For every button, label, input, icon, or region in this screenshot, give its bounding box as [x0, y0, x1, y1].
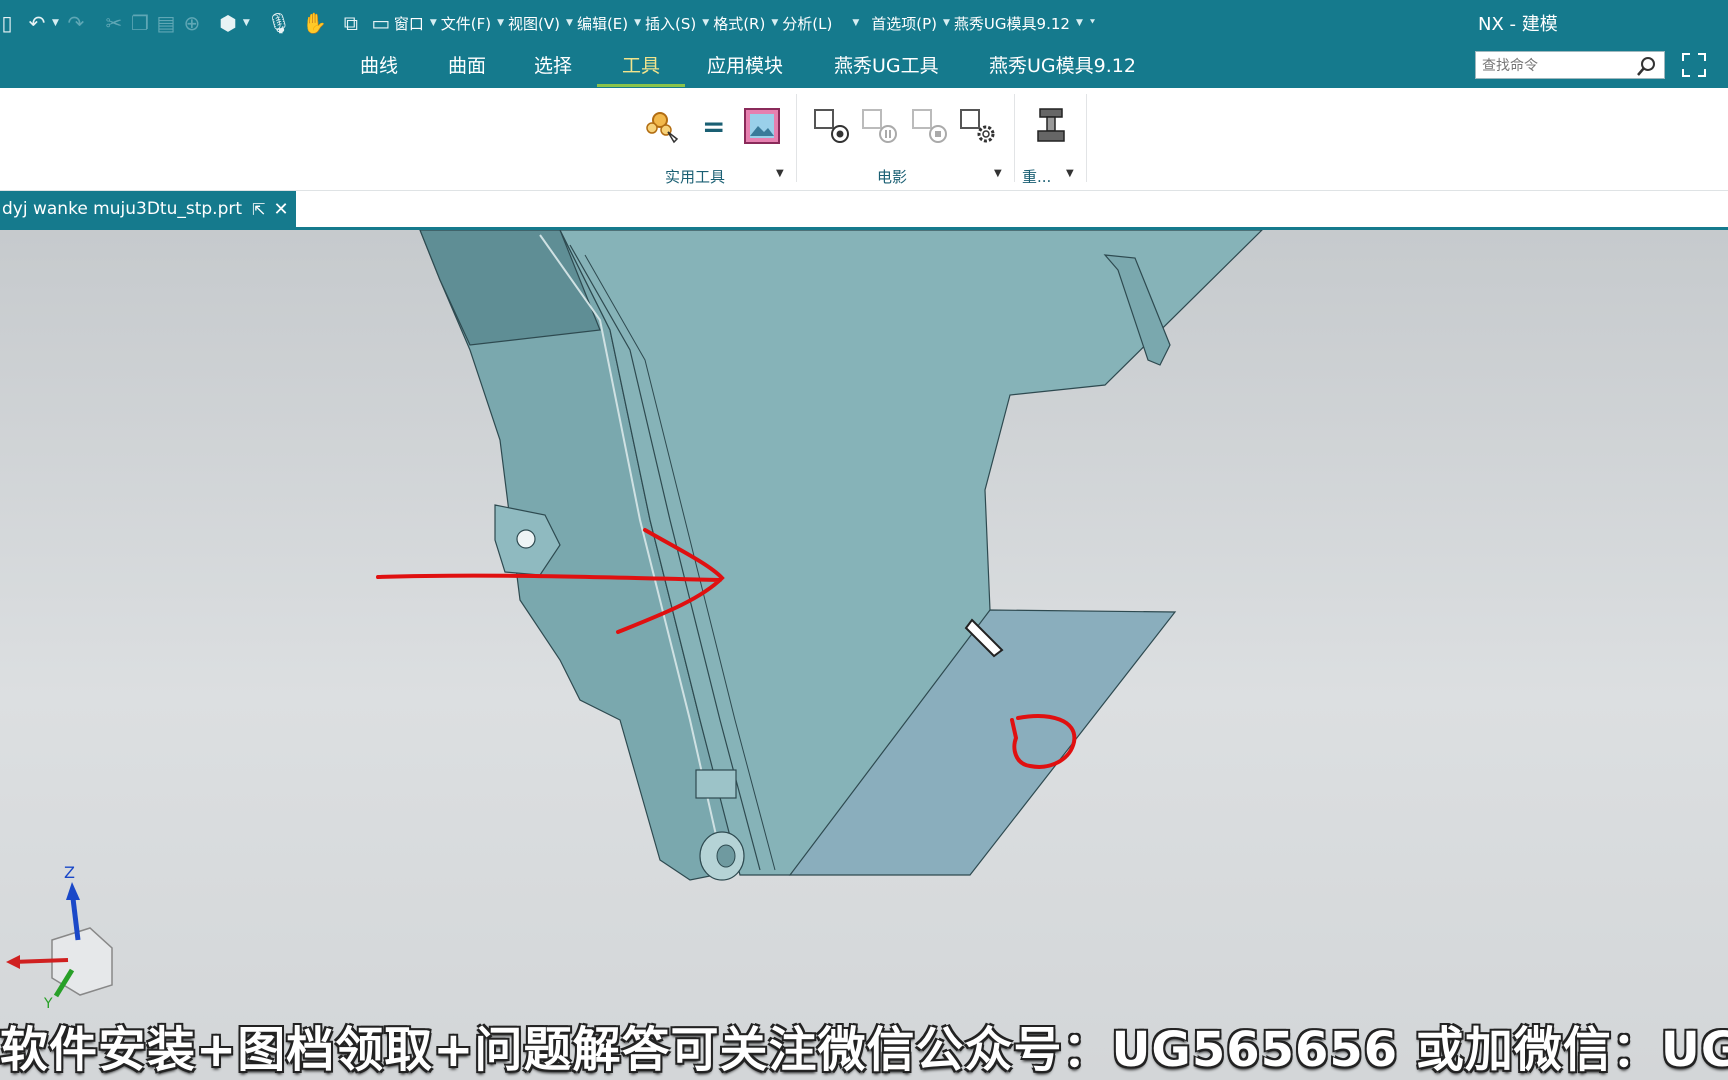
tab-tools[interactable]: 工具: [597, 52, 685, 87]
ribbon-separator: [1014, 94, 1015, 182]
switch-window-icon[interactable]: ⧉: [338, 10, 364, 36]
group-label-utility: 实用工具: [665, 168, 726, 186]
tab-surface[interactable]: 曲面: [448, 52, 486, 84]
movie-settings-icon[interactable]: [958, 106, 998, 146]
tab-yanxiu-tools[interactable]: 燕秀UG工具: [834, 52, 939, 84]
document-tab-bar: dyj wanke muju3Dtu_stp.prt ⇱ ✕: [0, 191, 1728, 230]
object-display-icon[interactable]: [642, 106, 682, 146]
tab-curve[interactable]: 曲线: [360, 52, 398, 84]
undo-dropdown-icon[interactable]: ▼: [52, 18, 59, 28]
menu-view-caret-icon[interactable]: ▼: [566, 18, 573, 28]
touch-mode-icon[interactable]: ✋: [302, 10, 328, 36]
menu-yanxiu-mold[interactable]: 燕秀UG模具9.12: [954, 13, 1070, 34]
movie-record-icon[interactable]: [812, 106, 852, 146]
ribbon-separator: [796, 94, 797, 182]
tab-applications[interactable]: 应用模块: [707, 52, 783, 84]
graphics-viewport[interactable]: Z Y: [0, 230, 1728, 1080]
redo-icon[interactable]: ↷: [63, 10, 89, 36]
fullscreen-icon[interactable]: [1681, 52, 1707, 78]
model-canvas[interactable]: Z Y: [0, 230, 1728, 1080]
watermark-banner: 软件安装+图档领取+问题解答可关注微信公众号：UG565656 或加微信：UG3: [0, 1022, 1728, 1078]
reuse-library-icon[interactable]: [1032, 106, 1072, 146]
ribbon-separator: [1086, 94, 1087, 182]
menu-format[interactable]: 格式(R): [713, 13, 765, 34]
menu-format-caret-icon[interactable]: ▼: [771, 18, 778, 28]
menu-window[interactable]: 窗口: [394, 13, 424, 34]
group-label-reuse: 重...: [1022, 168, 1052, 186]
model-bottom-boss[interactable]: [695, 769, 737, 799]
view-orient-dropdown-icon[interactable]: ▼: [243, 18, 250, 28]
window-title: NX - 建模: [1478, 14, 1558, 35]
tab-select[interactable]: 选择: [534, 52, 572, 84]
menu-insert-caret-icon[interactable]: ▼: [702, 18, 709, 28]
group-movie-dropdown-icon[interactable]: ▼: [994, 168, 1002, 179]
axis-label-z: Z: [64, 863, 75, 882]
customize-toolbar-icon[interactable]: ⯆: [1089, 18, 1096, 28]
tab-yanxiu-mold[interactable]: 燕秀UG模具9.12: [989, 52, 1136, 84]
menu-file-caret-icon[interactable]: ▼: [497, 18, 504, 28]
save-icon[interactable]: ▯: [0, 10, 14, 36]
copy-icon[interactable]: ❐: [127, 10, 153, 36]
model-mount-hole[interactable]: [516, 529, 536, 549]
undock-tab-icon[interactable]: ⇱: [252, 200, 265, 219]
menu-view[interactable]: 视图(V): [508, 13, 560, 34]
microphone-icon[interactable]: 🎙: [266, 10, 292, 36]
view-orient-icon[interactable]: ⬢: [215, 10, 241, 36]
ribbon-panel: = 实用工具 ▼ 电影 ▼ 重... ▼: [0, 88, 1728, 191]
tab-tools-label: 工具: [621, 55, 660, 77]
menu-yanxiu-caret-icon[interactable]: ▼: [1076, 18, 1083, 28]
paste-icon[interactable]: ▤: [153, 10, 179, 36]
model-bottom-screw-hole[interactable]: [716, 844, 736, 868]
group-label-movie: 电影: [877, 168, 908, 186]
group-utility-dropdown-icon[interactable]: ▼: [776, 168, 784, 179]
command-search[interactable]: [1475, 51, 1665, 79]
group-reuse-dropdown-icon[interactable]: ▼: [1066, 168, 1074, 179]
image-capture-icon[interactable]: [742, 106, 782, 146]
menu-window-caret-icon[interactable]: ▼: [430, 18, 437, 28]
title-bar: ▯ ↶ ▼ ↷ ✂ ❐ ▤ ⊕ ⬢ ▼ 🎙 ✋ ⧉ ▭ 窗口 ▼ 文件(F) ▼ 视…: [0, 0, 1728, 88]
movie-stop-icon[interactable]: [910, 106, 950, 146]
menu-analysis-caret-icon[interactable]: ▼: [852, 18, 859, 28]
document-tab[interactable]: dyj wanke muju3Dtu_stp.prt ⇱ ✕: [0, 191, 296, 227]
expression-icon[interactable]: =: [702, 110, 725, 143]
menu-preferences[interactable]: 首选项(P): [871, 13, 937, 34]
search-icon[interactable]: [1636, 55, 1658, 77]
coordinate-triad[interactable]: [6, 882, 113, 998]
document-tab-label: dyj wanke muju3Dtu_stp.prt: [2, 199, 243, 219]
close-tab-icon[interactable]: ✕: [273, 199, 288, 220]
movie-pause-icon[interactable]: [860, 106, 900, 146]
window-icon[interactable]: ▭: [368, 10, 394, 36]
repeat-command-icon[interactable]: ⊕: [179, 10, 205, 36]
menu-edit[interactable]: 编辑(E): [577, 13, 628, 34]
quick-access-toolbar: ▯ ↶ ▼ ↷ ✂ ❐ ▤ ⊕ ⬢ ▼ 🎙 ✋ ⧉ ▭ 窗口 ▼ 文件(F) ▼ 视…: [0, 6, 1100, 40]
menu-edit-caret-icon[interactable]: ▼: [634, 18, 641, 28]
menu-preferences-caret-icon[interactable]: ▼: [943, 18, 950, 28]
command-search-input[interactable]: [1480, 53, 1634, 79]
undo-icon[interactable]: ↶: [24, 10, 50, 36]
cut-icon[interactable]: ✂: [101, 10, 127, 36]
menu-analysis[interactable]: 分析(L): [782, 13, 832, 34]
menu-file[interactable]: 文件(F): [441, 13, 491, 34]
menu-insert[interactable]: 插入(S): [645, 13, 696, 34]
